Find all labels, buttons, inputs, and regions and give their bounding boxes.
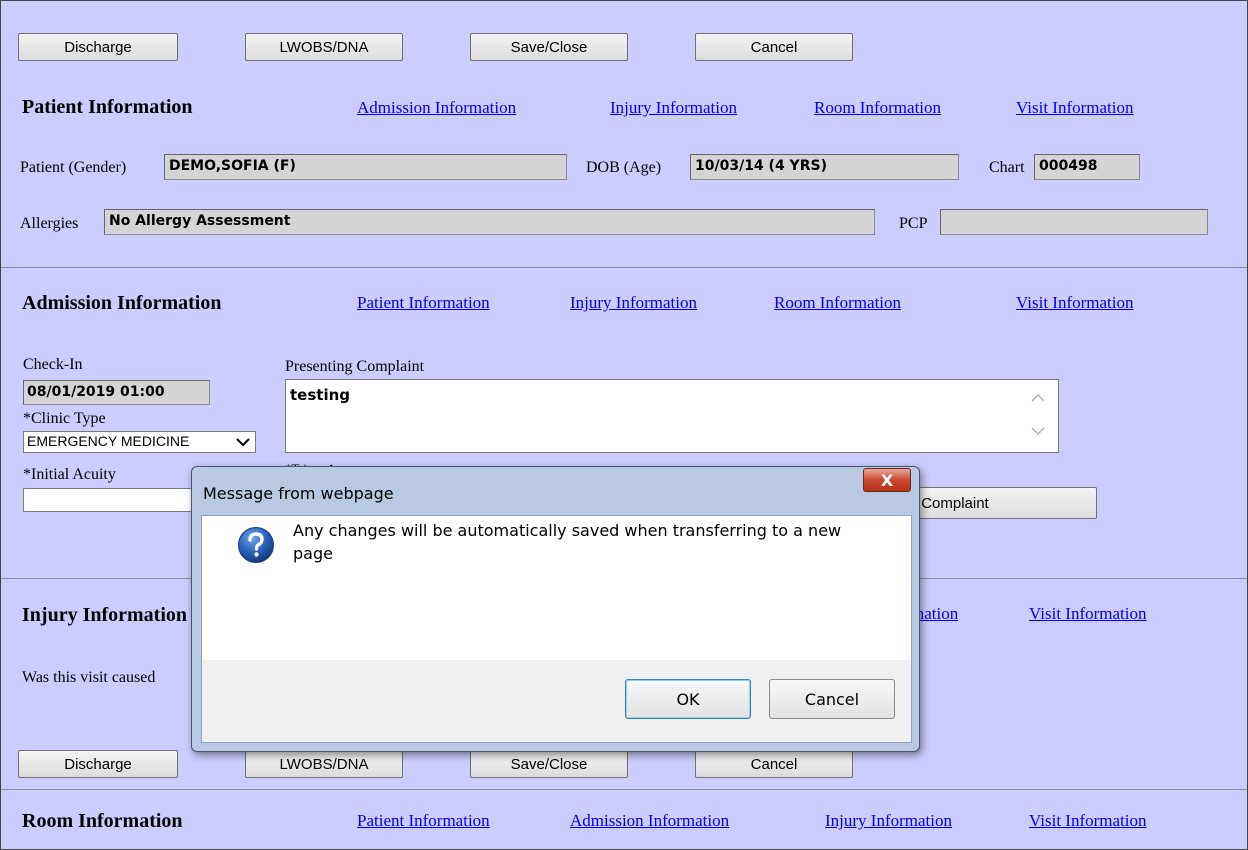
link-admission-information[interactable]: Admission Information bbox=[570, 811, 729, 831]
link-room-information[interactable]: Room Information bbox=[774, 293, 901, 313]
allergies-label: Allergies bbox=[20, 215, 79, 232]
link-visit-information[interactable]: Visit Information bbox=[1016, 293, 1134, 313]
dialog-message: Any changes will be automatically saved … bbox=[293, 521, 842, 563]
patient-information-title: Patient Information bbox=[22, 96, 193, 118]
link-patient-information[interactable]: Patient Information bbox=[357, 293, 490, 313]
link-visit-information[interactable]: Visit Information bbox=[1029, 604, 1147, 624]
dob-field: 10/03/14 (4 YRS) bbox=[690, 154, 959, 180]
chevron-down-icon bbox=[236, 438, 250, 447]
checkin-field: 08/01/2019 01:00 bbox=[23, 380, 210, 405]
visit-cause-question: Was this visit caused bbox=[22, 669, 156, 686]
presenting-complaint-textarea[interactable]: testing bbox=[285, 379, 1059, 453]
pcp-field bbox=[940, 209, 1208, 235]
link-visit-information[interactable]: Visit Information bbox=[1016, 98, 1134, 118]
checkin-label: Check-In bbox=[23, 356, 83, 373]
discharge-button[interactable]: Discharge bbox=[18, 33, 178, 61]
chart-field: 000498 bbox=[1034, 154, 1140, 180]
clinic-type-label: *Clinic Type bbox=[23, 410, 106, 427]
patient-name-field: DEMO,SOFIA (F) bbox=[164, 154, 567, 180]
dob-age-label: DOB (Age) bbox=[586, 159, 662, 176]
admission-information-title: Admission Information bbox=[22, 292, 222, 314]
save-close-button[interactable]: Save/Close bbox=[470, 750, 628, 778]
section-divider bbox=[1, 267, 1247, 268]
message-dialog: Message from webpage X Any changes will … bbox=[191, 466, 920, 752]
injury-information-title: Injury Information bbox=[22, 604, 188, 626]
close-icon: X bbox=[880, 470, 894, 490]
presenting-complaint-label: Presenting Complaint bbox=[285, 358, 425, 375]
link-injury-information[interactable]: Injury Information bbox=[610, 98, 737, 118]
link-visit-information[interactable]: Visit Information bbox=[1029, 811, 1147, 831]
section-divider bbox=[1, 789, 1247, 790]
link-injury-information[interactable]: Injury Information bbox=[570, 293, 697, 313]
presenting-complaint-value: testing bbox=[290, 386, 350, 404]
clinic-type-value: EMERGENCY MEDICINE bbox=[27, 433, 190, 449]
patient-gender-label: Patient (Gender) bbox=[20, 159, 127, 176]
dialog-title: Message from webpage bbox=[203, 484, 394, 503]
discharge-button[interactable]: Discharge bbox=[18, 750, 178, 778]
cancel-button[interactable]: Cancel bbox=[695, 33, 853, 61]
lwobs-dna-button[interactable]: LWOBS/DNA bbox=[245, 33, 403, 61]
link-patient-information[interactable]: Patient Information bbox=[357, 811, 490, 831]
link-room-information[interactable]: Room Information bbox=[814, 98, 941, 118]
question-icon bbox=[238, 527, 274, 563]
dialog-close-button[interactable]: X bbox=[863, 468, 911, 492]
dialog-cancel-button[interactable]: Cancel bbox=[769, 679, 895, 719]
initial-acuity-input[interactable] bbox=[23, 488, 195, 512]
initial-acuity-label: *Initial Acuity bbox=[23, 466, 116, 483]
chart-label: Chart bbox=[989, 159, 1025, 176]
cancel-button[interactable]: Cancel bbox=[695, 750, 853, 778]
save-close-button[interactable]: Save/Close bbox=[470, 33, 628, 61]
scroll-down-icon[interactable] bbox=[1031, 426, 1045, 436]
allergies-field: No Allergy Assessment bbox=[104, 209, 875, 235]
pcp-label: PCP bbox=[899, 215, 928, 232]
link-admission-information[interactable]: Admission Information bbox=[357, 98, 516, 118]
lwobs-dna-button[interactable]: LWOBS/DNA bbox=[245, 750, 403, 778]
clinic-type-select[interactable]: EMERGENCY MEDICINE bbox=[23, 431, 256, 453]
ok-button[interactable]: OK bbox=[625, 679, 751, 719]
scroll-up-icon[interactable] bbox=[1031, 393, 1045, 403]
dialog-titlebar[interactable]: Message from webpage X bbox=[192, 467, 919, 515]
link-injury-information[interactable]: Injury Information bbox=[825, 811, 952, 831]
room-information-title: Room Information bbox=[22, 810, 183, 832]
